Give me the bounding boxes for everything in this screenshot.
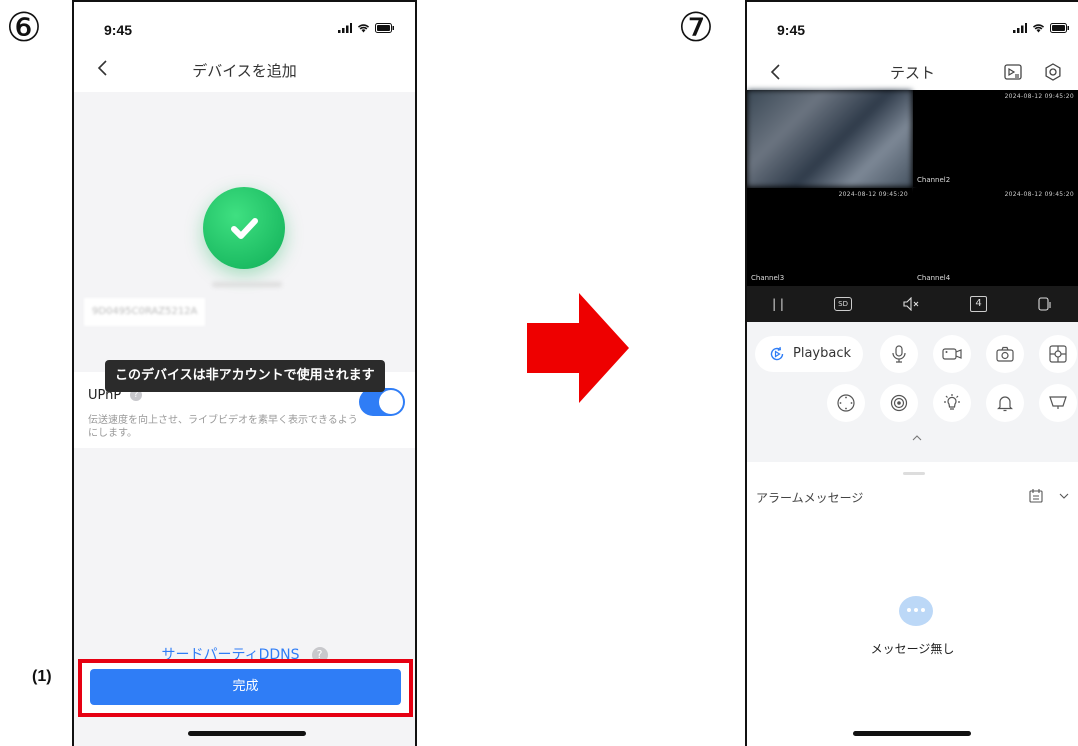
signal-icon: [338, 23, 352, 33]
channel-label: Channel4: [917, 274, 951, 282]
snapshot-button[interactable]: [986, 335, 1024, 373]
collapse-chevron-icon[interactable]: [911, 434, 923, 442]
add-device-screen: 9:45 デバイスを追加 9D0495C0RAZ5212A UPnP ? 伝送速…: [72, 0, 417, 746]
video-channel-1[interactable]: [747, 90, 912, 187]
multi-view-button[interactable]: [1039, 335, 1077, 373]
playback-icon: [770, 346, 784, 361]
siren-icon: [1049, 396, 1067, 409]
alarm-filter-controls: [1028, 488, 1070, 504]
status-time: 9:45: [777, 22, 806, 38]
blurred-device-name: [212, 282, 282, 287]
camera-feed-image: [747, 90, 912, 187]
video-channel-3[interactable]: 2024-08-12 09:45:20 Channel3: [747, 188, 912, 285]
talk-button[interactable]: [880, 335, 918, 373]
step-number-7: ⑦: [678, 5, 714, 51]
playback-button[interactable]: Playback: [755, 336, 863, 372]
status-bar: 9:45: [74, 2, 415, 46]
playback-label: Playback: [793, 346, 852, 361]
control-panel: Playback: [747, 322, 1078, 462]
toast-message: このデバイスは非アカウントで使用されます: [105, 360, 385, 392]
status-icons: [1013, 23, 1070, 33]
upnp-toggle[interactable]: [359, 388, 405, 416]
drag-handle[interactable]: [903, 472, 925, 475]
light-bulb-icon: [944, 394, 960, 410]
alarm-message-panel: アラームメッセージ メッセージ無し: [747, 468, 1078, 746]
video-channel-2[interactable]: 2024-08-12 09:45:20 Channel2: [913, 90, 1078, 187]
status-icons: [338, 23, 395, 33]
done-button-highlight: 完成: [78, 659, 413, 717]
microphone-icon: [892, 345, 906, 363]
annotation-label: (1): [32, 668, 52, 685]
alarm-bell-button[interactable]: [986, 384, 1024, 422]
alarm-message-title: アラームメッセージ: [756, 491, 864, 505]
no-message-icon: [899, 596, 933, 626]
next-step-arrow-icon: [527, 293, 629, 403]
battery-icon: [375, 23, 394, 33]
calendar-icon[interactable]: [1028, 488, 1044, 504]
channel-label: Channel3: [751, 274, 785, 282]
signal-icon: [1013, 23, 1027, 33]
step-number-6: ⑥: [6, 5, 42, 51]
done-button[interactable]: 完成: [90, 669, 401, 705]
bell-icon: [997, 396, 1013, 412]
quality-button[interactable]: SD: [834, 297, 852, 311]
video-toolbar: | | SD 4: [747, 286, 1078, 322]
light-button[interactable]: [933, 384, 971, 422]
live-view-screen: 9:45 テスト 2024-08-12 09:45:20 Channel2 20…: [745, 0, 1078, 746]
record-button[interactable]: [933, 335, 971, 373]
pause-button[interactable]: | |: [772, 297, 784, 311]
chevron-down-icon[interactable]: [1058, 492, 1070, 500]
settings-gear-icon[interactable]: [1043, 62, 1063, 82]
status-time: 9:45: [104, 22, 133, 38]
channel-timestamp: 2024-08-12 09:45:20: [838, 191, 908, 198]
device-title: テスト: [889, 64, 935, 82]
channel-label: Channel2: [917, 176, 951, 184]
siren-button[interactable]: [1039, 384, 1077, 422]
eye-lens-icon: [890, 394, 908, 412]
home-indicator: [188, 731, 306, 736]
device-serial: 9D0495C0RAZ5212A: [84, 298, 206, 326]
toggle-knob: [379, 390, 403, 414]
home-indicator: [853, 731, 971, 736]
ptz-button[interactable]: [827, 384, 865, 422]
video-record-icon: [942, 348, 962, 360]
add-device-content: 9D0495C0RAZ5212A UPnP ? 伝送速度を向上させ、ライブビデオ…: [74, 92, 415, 746]
success-check-icon: [203, 187, 285, 269]
ptz-direction-icon: [837, 394, 855, 412]
channel-timestamp: 2024-08-12 09:45:20: [1004, 93, 1074, 100]
camera-icon: [996, 346, 1014, 362]
battery-icon: [1050, 23, 1069, 33]
wifi-icon: [357, 24, 370, 33]
navigation-bar: デバイスを追加: [74, 46, 415, 92]
fisheye-button[interactable]: [880, 384, 918, 422]
channel-timestamp: 2024-08-12 09:45:20: [1004, 191, 1074, 198]
mute-speaker-icon[interactable]: [902, 297, 920, 311]
split-screen-button[interactable]: 4: [970, 296, 987, 312]
page-title: デバイスを追加: [192, 62, 297, 80]
fullscreen-rotate-icon[interactable]: [1037, 296, 1053, 312]
wifi-icon: [1032, 24, 1045, 33]
no-message-text: メッセージ無し: [870, 642, 955, 656]
playback-list-icon[interactable]: [1003, 62, 1023, 82]
multi-screen-icon: [1049, 345, 1067, 363]
video-channel-4[interactable]: 2024-08-12 09:45:20 Channel4: [913, 188, 1078, 285]
upnp-description: 伝送速度を向上させ、ライブビデオを素早く表示できるようにします。: [88, 415, 358, 439]
video-grid: 2024-08-12 09:45:20 Channel2 2024-08-12 …: [747, 90, 1078, 286]
